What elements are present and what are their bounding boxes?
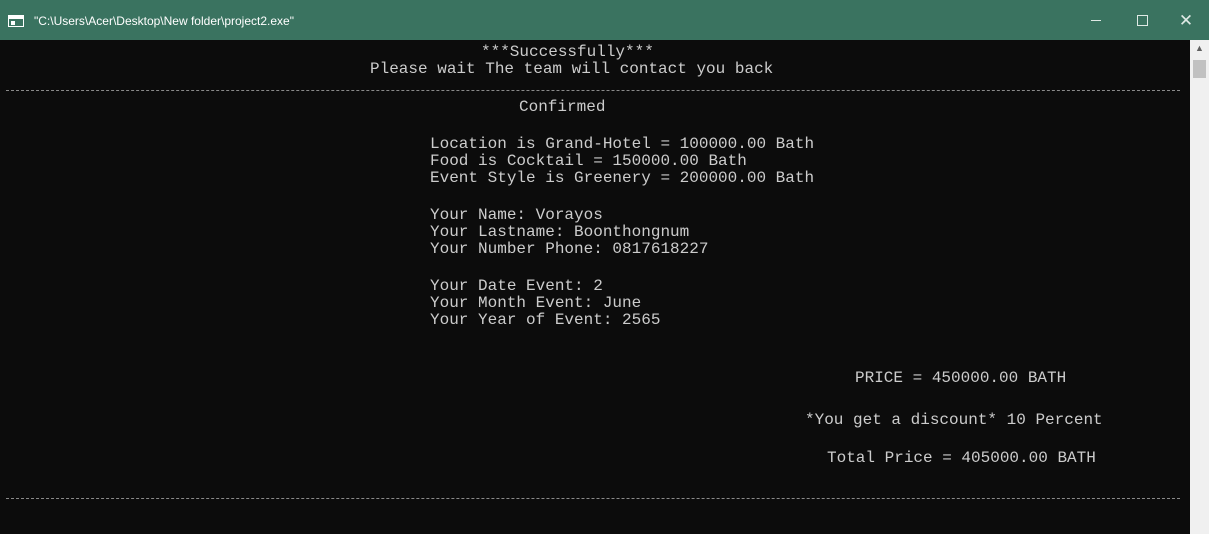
minimize-icon <box>1091 19 1101 21</box>
close-button[interactable]: ✕ <box>1164 0 1208 40</box>
minimize-button[interactable] <box>1074 0 1118 40</box>
event-date-line: Your Date Event: 2 <box>430 277 603 295</box>
discount-line: *You get a discount* 10 Percent <box>805 411 1103 429</box>
price-line: PRICE = 450000.00 BATH <box>855 369 1067 387</box>
close-icon: ✕ <box>1178 10 1194 30</box>
maximize-icon <box>1136 14 1148 26</box>
confirmed-label: Confirmed <box>519 98 606 116</box>
event-month-line: Your Month Event: June <box>430 294 642 312</box>
separator-top <box>6 90 1180 91</box>
total-price-line: Total Price = 405000.00 BATH <box>827 449 1096 467</box>
scrollbar-thumb[interactable] <box>1193 60 1206 78</box>
event-year-line: Your Year of Event: 2565 <box>430 311 661 329</box>
console-window-icon <box>8 15 24 27</box>
separator-bottom <box>6 498 1180 499</box>
wait-message: Please wait The team will contact you ba… <box>370 60 774 78</box>
customer-lastname-line: Your Lastname: Boonthongnum <box>430 223 690 241</box>
customer-name-line: Your Name: Vorayos <box>430 206 603 224</box>
vertical-scrollbar[interactable]: ▲ <box>1190 40 1209 534</box>
food-line: Food is Cocktail = 150000.00 Bath <box>430 152 747 170</box>
maximize-button[interactable] <box>1120 0 1164 40</box>
customer-phone-line: Your Number Phone: 0817618227 <box>430 240 709 258</box>
event-style-line: Event Style is Greenery = 200000.00 Bath <box>430 169 815 187</box>
scroll-up-arrow-icon[interactable]: ▲ <box>1190 40 1209 56</box>
success-message: ***Successfully*** <box>481 43 654 61</box>
console-output[interactable]: ***Successfully*** Please wait The team … <box>0 40 1190 534</box>
window-titlebar[interactable]: "C:\Users\Acer\Desktop\New folder\projec… <box>0 0 1209 40</box>
location-line: Location is Grand-Hotel = 100000.00 Bath <box>430 135 815 153</box>
window-title: "C:\Users\Acer\Desktop\New folder\projec… <box>34 14 294 28</box>
